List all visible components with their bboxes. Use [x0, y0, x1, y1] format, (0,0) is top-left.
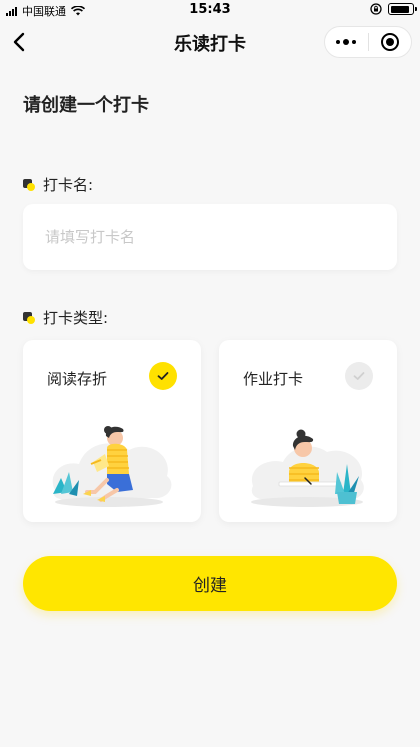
status-time: 15:43 — [189, 2, 231, 17]
create-button[interactable]: 创建 — [23, 556, 397, 611]
type-card-homework[interactable]: 作业打卡 — [219, 340, 397, 522]
more-button[interactable] — [325, 27, 368, 57]
check-icon — [149, 362, 177, 390]
battery-icon — [388, 3, 417, 15]
more-dots-icon — [336, 39, 357, 45]
name-section-label: 打卡名: — [23, 174, 93, 195]
card-title: 阅读存折 — [47, 370, 108, 388]
close-mini-program-button[interactable] — [369, 27, 412, 57]
orientation-lock-icon — [370, 3, 382, 15]
card-title: 作业打卡 — [243, 370, 304, 388]
mini-program-capsule — [324, 26, 412, 58]
type-card-reading[interactable]: 阅读存折 — [23, 340, 201, 522]
reading-girl-illustration — [52, 426, 172, 507]
type-section-label: 打卡类型: — [23, 307, 108, 328]
status-bar: 中国联通 15:43 — [0, 0, 420, 20]
checkin-name-input[interactable] — [23, 204, 397, 270]
homework-girl-illustration — [251, 429, 364, 507]
nav-bar: 乐读打卡 — [0, 20, 420, 64]
check-icon — [345, 362, 373, 390]
target-circle-icon — [380, 33, 399, 51]
page-heading: 请创建一个打卡 — [23, 95, 149, 116]
label-bullet-icon — [23, 178, 35, 191]
battery-level — [390, 5, 410, 13]
type-label-text: 打卡类型: — [43, 309, 109, 327]
label-bullet-icon — [23, 311, 35, 324]
status-right — [370, 3, 417, 15]
name-label-text: 打卡名: — [43, 176, 94, 194]
